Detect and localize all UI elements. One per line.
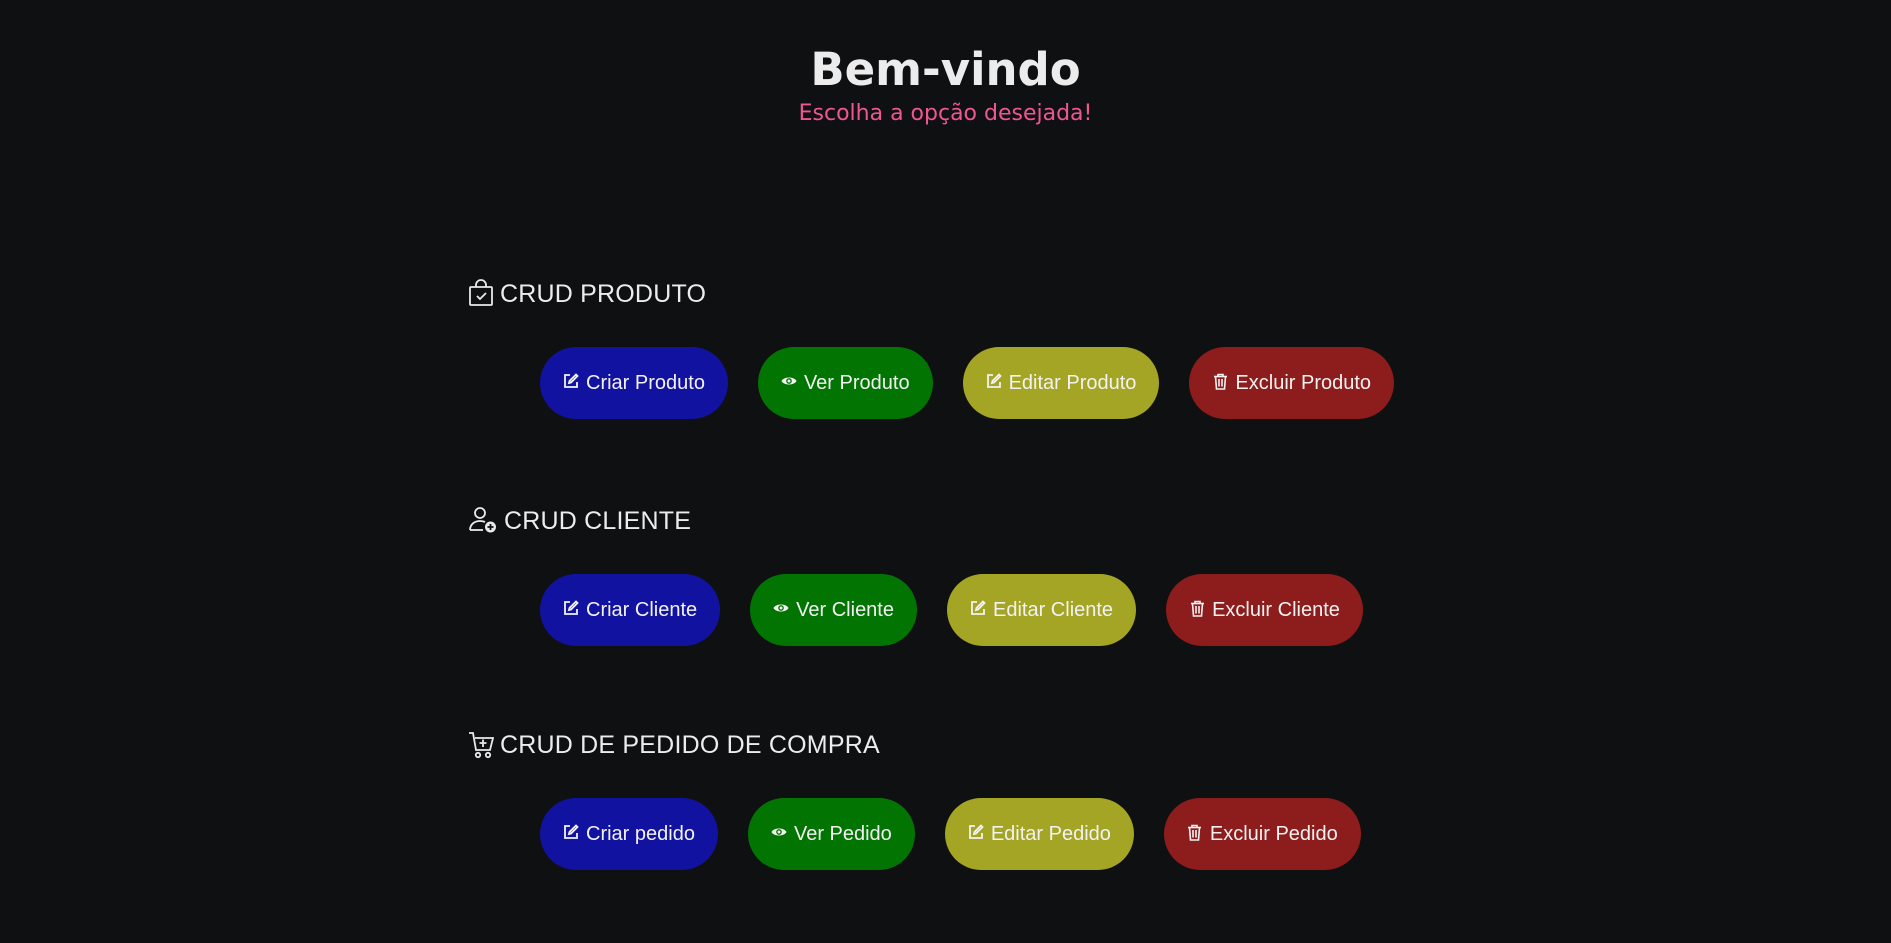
excluir-produto-button[interactable]: Excluir Produto bbox=[1189, 347, 1395, 419]
eye-icon bbox=[781, 373, 797, 389]
editar-cliente-button[interactable]: Editar Cliente bbox=[947, 574, 1137, 646]
edit-icon bbox=[968, 824, 984, 840]
ver-produto-button[interactable]: Ver Produto bbox=[757, 347, 933, 419]
button-label: Editar Produto bbox=[1008, 371, 1137, 394]
trash-icon bbox=[1189, 600, 1205, 617]
edit-icon bbox=[563, 824, 579, 840]
section-title-label: CRUD DE PEDIDO DE COMPRA bbox=[500, 730, 880, 759]
button-label: Editar Cliente bbox=[993, 598, 1114, 621]
button-label: Criar Produto bbox=[586, 371, 705, 394]
editar-produto-button[interactable]: Editar Produto bbox=[962, 347, 1160, 419]
button-label: Excluir Cliente bbox=[1212, 598, 1340, 621]
edit-icon bbox=[970, 600, 986, 616]
pedido-button-row: Criar pedido Ver Pedido Editar Pedido Ex… bbox=[540, 798, 1361, 870]
ver-cliente-button[interactable]: Ver Cliente bbox=[750, 574, 917, 646]
eye-icon bbox=[771, 824, 787, 840]
button-label: Editar Pedido bbox=[990, 822, 1111, 845]
button-label: Criar pedido bbox=[586, 822, 695, 845]
excluir-cliente-button[interactable]: Excluir Cliente bbox=[1166, 574, 1363, 646]
section-title-label: CRUD PRODUTO bbox=[500, 279, 707, 308]
trash-icon bbox=[1212, 373, 1228, 390]
button-label: Excluir Pedido bbox=[1209, 822, 1338, 845]
button-label: Ver Produto bbox=[803, 371, 910, 394]
button-label: Ver Pedido bbox=[793, 822, 892, 845]
trash-icon bbox=[1187, 824, 1203, 841]
section-title-produto: CRUD PRODUTO bbox=[468, 279, 706, 309]
criar-pedido-button[interactable]: Criar pedido bbox=[540, 798, 718, 870]
button-label: Excluir Produto bbox=[1235, 371, 1372, 394]
section-title-pedido: CRUD DE PEDIDO DE COMPRA bbox=[468, 730, 880, 760]
edit-icon bbox=[986, 373, 1002, 389]
person-add-icon bbox=[468, 506, 498, 536]
page-subtitle: Escolha a opção desejada! bbox=[798, 101, 1093, 126]
section-title-label: CRUD CLIENTE bbox=[504, 506, 692, 535]
cart-plus-icon bbox=[468, 730, 494, 760]
criar-cliente-button[interactable]: Criar Cliente bbox=[540, 574, 721, 646]
produto-button-row: Criar Produto Ver Produto Editar Produto bbox=[540, 347, 1395, 419]
criar-produto-button[interactable]: Criar Produto bbox=[540, 347, 728, 419]
button-label: Criar Cliente bbox=[586, 598, 698, 621]
ver-pedido-button[interactable]: Ver Pedido bbox=[747, 798, 915, 870]
shopping-bag-check-icon bbox=[468, 279, 494, 309]
edit-icon bbox=[563, 373, 579, 389]
cliente-button-row: Criar Cliente Ver Cliente Editar Cliente bbox=[540, 574, 1363, 646]
edit-icon bbox=[563, 600, 579, 616]
button-label: Ver Cliente bbox=[796, 598, 894, 621]
page-title: Bem-vindo bbox=[810, 43, 1081, 96]
page-header: Bem-vindo Escolha a opção desejada! bbox=[0, 36, 1891, 128]
eye-icon bbox=[773, 600, 789, 616]
excluir-pedido-button[interactable]: Excluir Pedido bbox=[1163, 798, 1361, 870]
section-title-cliente: CRUD CLIENTE bbox=[468, 506, 691, 536]
editar-pedido-button[interactable]: Editar Pedido bbox=[944, 798, 1134, 870]
